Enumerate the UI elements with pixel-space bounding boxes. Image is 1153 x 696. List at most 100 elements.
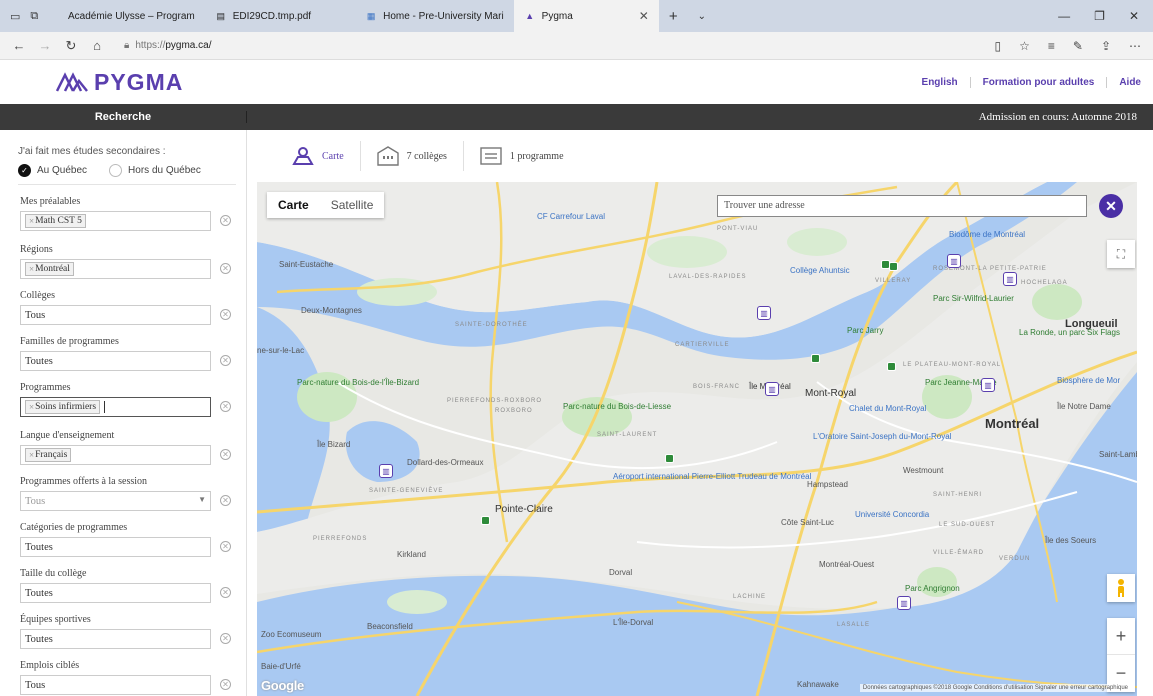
- field-label: Langue d'enseignement: [20, 430, 115, 441]
- clear-icon[interactable]: ✕: [220, 309, 231, 320]
- filter-tag[interactable]: × Math CST 5: [25, 214, 86, 228]
- new-tab-icon[interactable]: +: [659, 8, 688, 25]
- poi-marker-icon[interactable]: [887, 362, 896, 371]
- map-label: Île des Soeurs: [1045, 536, 1097, 545]
- filter-tag[interactable]: × Français: [25, 448, 72, 462]
- clear-icon[interactable]: ✕: [220, 263, 231, 274]
- regions-input[interactable]: × Montréal: [20, 259, 211, 279]
- tab-list-chevron-icon[interactable]: ⌄: [688, 11, 716, 22]
- favorites-hub-icon[interactable]: ≡: [1048, 39, 1055, 53]
- home-icon[interactable]: ⌂: [84, 38, 110, 53]
- remove-tag-icon[interactable]: ×: [29, 216, 34, 226]
- map-label: PIERREFONDS-ROXBORO: [447, 398, 543, 404]
- colleges-input[interactable]: Tous: [20, 305, 211, 325]
- clear-icon[interactable]: ✕: [220, 587, 231, 598]
- favorite-star-icon[interactable]: ☆: [1019, 39, 1030, 53]
- familles-input[interactable]: Toutes: [20, 351, 211, 371]
- radio-quebec[interactable]: ✓: [18, 164, 31, 177]
- map-type-map[interactable]: Carte: [267, 192, 320, 218]
- poi-marker-icon[interactable]: [881, 260, 890, 269]
- map-label: Westmount: [903, 466, 944, 475]
- map-type-satellite[interactable]: Satellite: [320, 192, 385, 218]
- url-field[interactable]: 🔒︎ https://pygma.ca/: [124, 40, 211, 51]
- poi-marker-icon[interactable]: [481, 516, 490, 525]
- poi-marker-icon[interactable]: [665, 454, 674, 463]
- close-window-icon[interactable]: ✕: [1129, 9, 1139, 23]
- nav-english[interactable]: English: [910, 77, 970, 88]
- field-label: Régions: [20, 244, 53, 255]
- close-tab-icon[interactable]: ✕: [639, 9, 649, 23]
- clear-icon[interactable]: ✕: [220, 633, 231, 644]
- remove-tag-icon[interactable]: ×: [29, 402, 34, 412]
- map-attribution[interactable]: Données cartographiques ©2018 Google Con…: [859, 684, 1131, 692]
- browser-tab-active[interactable]: ▲ Pygma ✕: [513, 0, 659, 32]
- minimize-icon[interactable]: —: [1058, 9, 1070, 23]
- college-marker-icon[interactable]: ▥: [1003, 272, 1017, 286]
- prealables-input[interactable]: × Math CST 5: [20, 211, 211, 231]
- tab-programs[interactable]: 1 programme: [462, 141, 580, 171]
- college-marker-icon[interactable]: ▥: [981, 378, 995, 392]
- filter-tag[interactable]: × Soins infirmiers: [25, 400, 101, 414]
- filter-session: Programmes offerts à la session Tous ▼ ✕: [20, 476, 246, 511]
- clear-icon[interactable]: ✕: [220, 449, 231, 460]
- url-host: pygma.ca/: [165, 40, 212, 51]
- clear-icon[interactable]: ✕: [220, 215, 231, 226]
- emplois-input[interactable]: Tous: [20, 675, 211, 695]
- zoom-in-icon[interactable]: +: [1107, 618, 1135, 655]
- restore-icon[interactable]: ❐: [1094, 9, 1105, 23]
- refresh-icon[interactable]: ↻: [58, 38, 84, 54]
- pen-icon[interactable]: ✎: [1073, 39, 1083, 53]
- session-select[interactable]: Tous ▼: [20, 491, 211, 511]
- clear-icon[interactable]: ✕: [220, 355, 231, 366]
- pygma-logo[interactable]: PYGMA: [56, 69, 183, 96]
- taille-input[interactable]: Toutes: [20, 583, 211, 603]
- map-label: Île Bizard: [317, 440, 351, 449]
- categories-input[interactable]: Toutes: [20, 537, 211, 557]
- filter-tag[interactable]: × Montréal: [25, 262, 74, 276]
- browser-tab-bar: ▭ ⧉ Académie Ulysse – Program ▤ EDI29CD.…: [0, 0, 1153, 32]
- reading-view-icon[interactable]: ▯: [994, 39, 1001, 53]
- map-label: LE PLATEAU-MONT-ROYAL: [903, 362, 1002, 368]
- map-view[interactable]: CF Carrefour Laval PONT-VIAU Saint-Eusta…: [257, 182, 1137, 696]
- programmes-input[interactable]: × Soins infirmiers: [20, 397, 211, 417]
- field-label: Équipes sportives: [20, 614, 91, 625]
- set-aside-tabs-icon[interactable]: ⧉: [30, 10, 38, 23]
- browser-tab[interactable]: ▦ Home - Pre-University Mari: [355, 0, 514, 32]
- clear-icon[interactable]: ✕: [220, 495, 231, 506]
- college-marker-icon[interactable]: ▥: [379, 464, 393, 478]
- map-label: Collège Ahuntsic: [790, 266, 850, 275]
- tab-overview-icon[interactable]: ▭: [10, 10, 20, 23]
- radio-outside-quebec[interactable]: [109, 164, 123, 177]
- field-label: Collèges: [20, 290, 55, 301]
- fullscreen-icon[interactable]: ⛶: [1107, 240, 1135, 268]
- equipes-input[interactable]: Toutes: [20, 629, 211, 649]
- close-map-icon[interactable]: ✕: [1099, 194, 1123, 218]
- browser-tab[interactable]: Académie Ulysse – Program: [58, 0, 205, 32]
- college-marker-icon[interactable]: ▥: [947, 254, 961, 268]
- clear-icon[interactable]: ✕: [220, 401, 231, 412]
- browser-tab[interactable]: ▤ EDI29CD.tmp.pdf: [205, 0, 321, 32]
- clear-icon[interactable]: ✕: [220, 679, 231, 690]
- clear-icon[interactable]: ✕: [220, 541, 231, 552]
- address-search-input[interactable]: Trouver une adresse: [717, 195, 1087, 217]
- forward-icon[interactable]: →: [32, 38, 58, 53]
- langue-input[interactable]: × Français: [20, 445, 211, 465]
- college-marker-icon[interactable]: ▥: [757, 306, 771, 320]
- tab-colleges[interactable]: 7 collèges: [359, 141, 463, 171]
- tab-programs-label: 1 programme: [509, 150, 564, 162]
- map-label: Parc Sir-Wilfrid-Laurier: [933, 294, 1014, 303]
- share-icon[interactable]: ⇪: [1101, 39, 1111, 53]
- poi-marker-icon[interactable]: [811, 354, 820, 363]
- street-view-pegman-icon[interactable]: [1107, 574, 1135, 602]
- nav-help[interactable]: Aide: [1106, 76, 1153, 88]
- college-marker-icon[interactable]: ▥: [765, 382, 779, 396]
- remove-tag-icon[interactable]: ×: [29, 450, 34, 460]
- tab-map[interactable]: Carte: [248, 141, 360, 171]
- college-marker-icon[interactable]: ▥: [897, 596, 911, 610]
- nav-adult-training[interactable]: Formation pour adultes: [969, 76, 1107, 88]
- back-icon[interactable]: ←: [6, 38, 32, 53]
- poi-marker-icon[interactable]: [889, 262, 898, 271]
- remove-tag-icon[interactable]: ×: [29, 264, 34, 274]
- tag-label: Soins infirmiers: [35, 402, 97, 412]
- more-icon[interactable]: ⋯: [1129, 39, 1141, 53]
